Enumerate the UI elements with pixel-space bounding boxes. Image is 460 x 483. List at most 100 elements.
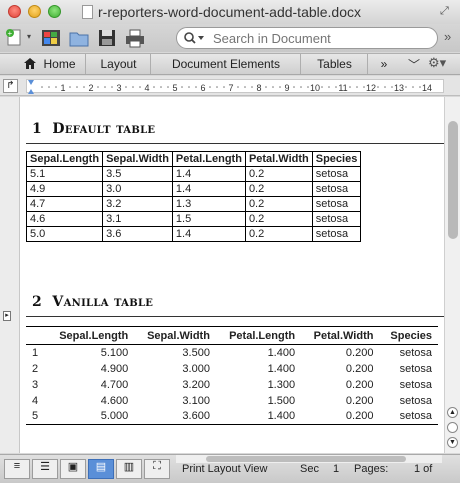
ribbon-collapse-chevron-icon[interactable]: ﹀	[408, 56, 420, 73]
table-cell: setosa	[399, 394, 432, 407]
status-bar: ≡ ☰ ▣ ▤ ▥ ⛶ Print Layout View Sec 1 Page…	[0, 454, 460, 483]
zoom-window-button[interactable]	[48, 5, 61, 18]
ruler-dot	[216, 86, 218, 88]
table-row: 5 5.000 3.600 1.400 0.200 setosa	[26, 408, 438, 425]
vertical-ruler[interactable]: ▸	[0, 97, 20, 453]
ruler-dot	[97, 86, 99, 88]
ruler-dot	[48, 86, 50, 88]
ruler-tick-label: 2	[88, 83, 93, 93]
fullscreen-icon[interactable]: ⤢	[440, 5, 452, 17]
table-cell: 3.100	[182, 394, 210, 407]
vertical-scroll-thumb[interactable]	[448, 121, 458, 239]
column-header: Species	[311, 151, 362, 167]
ruler-dot	[244, 86, 246, 88]
table-cell: 0.200	[345, 394, 374, 407]
table-cell: 0.2	[244, 226, 313, 242]
column-header: Petal.Length	[215, 326, 302, 345]
next-page-icon[interactable]: ▼	[447, 437, 458, 448]
table-row: 4 4.600 3.100 1.500 0.200 setosa	[26, 393, 438, 409]
table-cell: 2	[32, 362, 39, 375]
document-icon	[82, 5, 93, 19]
status-section-label: Sec	[300, 463, 319, 475]
vanilla-table[interactable]: Sepal.Length Sepal.Width Petal.Length Petal…	[26, 326, 438, 425]
table-row: 5.1 3.5 1.4 0.2 setosa	[25, 166, 362, 182]
full-screen-view-icon: ⛶	[153, 460, 161, 472]
ruler-tick-label: 12	[366, 83, 376, 93]
ruler-dot	[125, 86, 127, 88]
tab-more[interactable]: »	[369, 54, 399, 74]
table-row: 4.6 3.1 1.5 0.2 setosa	[25, 211, 362, 227]
print-button[interactable]	[124, 27, 146, 49]
search-input[interactable]	[213, 30, 413, 46]
notebook-view-button[interactable]: ▥	[116, 459, 142, 479]
horizontal-scroll-thumb[interactable]	[206, 456, 406, 462]
document-page[interactable]: 1 Default table Sepal.Length Sepal.Width P…	[20, 97, 444, 453]
default-table[interactable]: Sepal.Length Sepal.Width Petal.Length Petal…	[25, 151, 362, 242]
column-header: Petal.Length	[171, 151, 246, 167]
vertical-scrollbar[interactable]: ▲ ▼	[444, 97, 460, 453]
tab-tables[interactable]: Tables	[302, 54, 368, 74]
column-header	[26, 326, 46, 345]
notebook-view-icon: ▥	[123, 461, 135, 473]
print-layout-view-button[interactable]: ▤	[88, 459, 114, 479]
column-header: Sepal.Width	[102, 151, 173, 167]
status-section-value: 1	[333, 463, 340, 475]
table-cell: 0.2	[244, 211, 313, 227]
ruler-dot	[55, 86, 57, 88]
ruler-dot	[160, 86, 162, 88]
horizontal-scrollbar[interactable]	[176, 455, 442, 463]
ruler-dot	[181, 86, 183, 88]
browse-object-icon[interactable]	[447, 422, 458, 433]
section-marker-icon: ▸	[3, 311, 11, 321]
table-cell: 1.300	[267, 378, 296, 391]
draft-view-button[interactable]: ≡	[4, 459, 30, 479]
ruler-tick-label: 11	[338, 83, 347, 93]
table-cell: 0.2	[244, 196, 313, 212]
gallery-button[interactable]	[40, 27, 62, 49]
new-document-button[interactable]: +	[4, 27, 26, 49]
tab-stop-selector-icon[interactable]: ↱	[3, 79, 18, 93]
tab-layout[interactable]: Layout	[87, 54, 151, 74]
ruler-dot	[335, 86, 337, 88]
ruler-dot	[153, 86, 155, 88]
ruler-dot	[237, 86, 239, 88]
table-cell: setosa	[379, 408, 438, 425]
table-row: 4.9 3.0 1.4 0.2 setosa	[25, 181, 362, 197]
open-button[interactable]	[68, 27, 90, 49]
horizontal-ruler[interactable]: 1 2 3 4 5 6 7 8 9 10 11 12 13 14	[26, 79, 444, 94]
ruler-dot	[279, 86, 281, 88]
new-dropdown-chevron-icon[interactable]: ▾	[27, 32, 31, 41]
section-heading-1: 1 Default table	[32, 121, 155, 137]
table-cell: 3.2	[102, 196, 173, 212]
column-header: Petal.Width	[244, 151, 313, 167]
ruler-dot	[104, 86, 106, 88]
tab-document-elements[interactable]: Document Elements	[152, 54, 301, 74]
table-cell: 1.400	[267, 362, 296, 375]
save-button[interactable]	[96, 27, 118, 49]
ruler-dot	[300, 86, 302, 88]
tab-home[interactable]: Home	[18, 54, 86, 74]
ruler-dot	[223, 86, 225, 88]
table-cell: 4.6	[25, 211, 104, 227]
ruler-dot	[195, 86, 197, 88]
ruler-dot	[139, 86, 141, 88]
column-header: Sepal.Width	[134, 326, 216, 345]
minimize-window-button[interactable]	[28, 5, 41, 18]
publishing-view-button[interactable]: ▣	[60, 459, 86, 479]
ribbon-settings-gear-icon[interactable]: ⚙▾	[428, 55, 446, 71]
ruler-dot	[356, 86, 358, 88]
ruler-dot	[76, 86, 78, 88]
table-cell: 1.3	[171, 196, 246, 212]
table-cell: 0.2	[244, 181, 313, 197]
outline-view-button[interactable]: ☰	[32, 459, 58, 479]
previous-page-icon[interactable]: ▲	[447, 407, 458, 418]
table-cell: 3.6	[102, 226, 173, 242]
outline-view-icon: ☰	[40, 461, 50, 473]
search-icon[interactable]	[183, 31, 205, 45]
table-row: 5.0 3.6 1.4 0.2 setosa	[25, 226, 362, 242]
toolbar-overflow-icon[interactable]: »	[444, 29, 451, 44]
search-box[interactable]	[176, 27, 438, 49]
close-window-button[interactable]	[8, 5, 21, 18]
full-screen-view-button[interactable]: ⛶	[144, 459, 170, 479]
table-cell: 0.200	[301, 408, 380, 425]
